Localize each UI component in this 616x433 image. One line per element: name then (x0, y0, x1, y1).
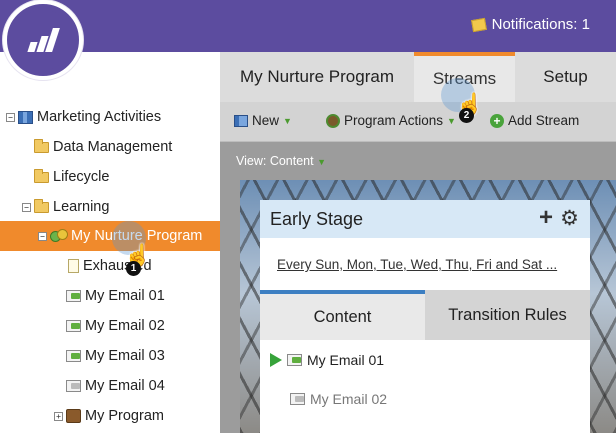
logo-icon (13, 10, 73, 70)
add-content-icon[interactable]: + (539, 204, 553, 232)
collapse-icon[interactable]: − (6, 112, 15, 122)
step-badge: 1 (126, 261, 141, 276)
add-stream-button[interactable]: + Add Stream (490, 113, 579, 128)
tree-item-label: My Email 04 (85, 378, 165, 394)
stream-content-list: My Email 01 My Email 02 (260, 340, 590, 433)
view-prefix: View: (236, 154, 267, 168)
cadence-link[interactable]: Every Sun, Mon, Tue, Wed, Thu, Fri and S… (277, 257, 557, 272)
add-icon: + (490, 113, 504, 128)
notifications-link[interactable]: Notifications: 1 (470, 16, 590, 33)
program-actions-label: Program Actions (344, 113, 444, 128)
email-icon (66, 320, 81, 332)
tree-item-data-management[interactable]: Data Management (34, 132, 172, 162)
new-label: New (252, 113, 280, 128)
tab-content[interactable]: Content (260, 290, 425, 340)
folder-icon (34, 138, 49, 153)
stream-card: Early Stage + ⚙ Every Sun, Mon, Tue, Wed… (260, 200, 590, 433)
folder-icon (34, 198, 49, 213)
tree-item-learning[interactable]: − Learning (22, 192, 109, 222)
tree-item-my-email-01[interactable]: My Email 01 (66, 281, 165, 311)
new-icon (234, 114, 248, 127)
program-icon (50, 229, 68, 243)
document-icon (68, 259, 79, 273)
program-tabs: My Nurture Program Streams Setup (220, 52, 616, 102)
tab-label: Content (313, 307, 372, 326)
list-item[interactable]: My Email 01 (270, 347, 384, 373)
tab-label: My Nurture Program (240, 67, 394, 86)
step-badge: 2 (459, 108, 474, 123)
email-icon (66, 290, 81, 302)
gear-icon[interactable]: ⚙ (560, 206, 579, 231)
email-label: My Email 02 (310, 391, 388, 407)
marketo-logo[interactable] (3, 0, 83, 80)
tree-item-label: My Program (85, 408, 164, 424)
tree-item-marketing-activities[interactable]: − Marketing Activities (6, 102, 161, 132)
tree-item-my-email-03[interactable]: My Email 03 (66, 341, 165, 371)
email-icon (290, 393, 305, 405)
tree-item-my-nurture-program[interactable]: − My Nurture Program (0, 221, 220, 251)
notifications-label: Notifications: 1 (491, 16, 590, 33)
program-box-icon (66, 409, 81, 423)
collapse-icon[interactable]: − (22, 202, 31, 212)
collapse-icon[interactable]: − (38, 231, 47, 241)
add-stream-label: Add Stream (508, 113, 580, 128)
view-selector[interactable]: View: Content ▼ (236, 154, 326, 168)
tree-item-label: My Email 02 (85, 318, 165, 334)
email-icon (66, 350, 81, 362)
play-icon[interactable] (270, 353, 282, 367)
tree-item-label: My Email 01 (85, 288, 165, 304)
toolbar: New ▼ Program Actions ▼ + Add Stream (220, 102, 616, 142)
tree-item-label: Learning (53, 199, 110, 215)
tree-item-label: Data Management (53, 139, 173, 155)
activities-icon (18, 110, 33, 124)
folder-icon (34, 168, 49, 183)
list-item[interactable]: My Email 02 (290, 386, 387, 412)
tab-label: Setup (543, 67, 588, 86)
dropdown-caret-icon: ▼ (283, 115, 292, 126)
program-actions-button[interactable]: Program Actions ▼ (326, 113, 456, 128)
dropdown-caret-icon: ▼ (317, 157, 327, 167)
marketing-activities-tree: − Marketing Activities Data Management L… (0, 102, 220, 433)
stream-title: Early Stage (270, 209, 364, 229)
view-value: Content (269, 154, 314, 168)
email-icon (287, 354, 302, 366)
new-button[interactable]: New ▼ (234, 113, 292, 128)
stream-header: Early Stage + ⚙ (260, 200, 590, 238)
tree-item-my-program[interactable]: + My Program (54, 401, 164, 431)
tab-label: Transition Rules (448, 305, 567, 324)
tree-item-label: Marketing Activities (37, 109, 162, 125)
tree-item-lifecycle[interactable]: Lifecycle (34, 162, 109, 192)
tab-setup[interactable]: Setup (515, 52, 616, 102)
program-actions-icon (326, 113, 340, 128)
tree-item-label: Lifecycle (53, 169, 110, 185)
email-icon (66, 380, 81, 392)
expand-icon[interactable]: + (54, 411, 63, 421)
tab-my-nurture-program[interactable]: My Nurture Program (220, 52, 414, 102)
tree-item-my-email-04[interactable]: My Email 04 (66, 371, 165, 401)
email-label: My Email 01 (307, 352, 385, 368)
dropdown-caret-icon: ▼ (447, 115, 456, 126)
notification-icon (470, 17, 487, 32)
tab-transition-rules[interactable]: Transition Rules (425, 290, 590, 340)
top-header: Notifications: 1 (0, 0, 616, 52)
stream-cadence: Every Sun, Mon, Tue, Wed, Thu, Fri and S… (260, 238, 590, 290)
tree-item-label: My Email 03 (85, 348, 165, 364)
tree-item-my-email-02[interactable]: My Email 02 (66, 311, 165, 341)
